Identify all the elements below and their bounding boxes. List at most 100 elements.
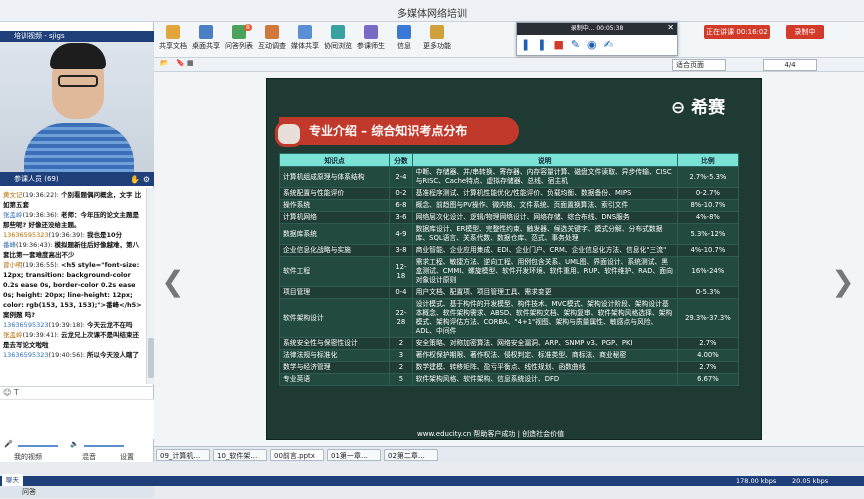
table-row: 系统配置与性能评价 0-2 基准程序测试、计算机性能优化/性能评价、负载均衡、数据备… xyxy=(278,187,740,200)
table-cell: 4%-10.7% xyxy=(676,244,740,257)
next-slide-icon[interactable]: ❯ xyxy=(828,242,858,322)
live-status-button[interactable]: 正在讲课 00:16:02 xyxy=(704,25,770,39)
title-bar: 多媒体网络培训 xyxy=(0,0,864,22)
table-cell: 12-18 xyxy=(389,256,413,287)
toolbar-button[interactable]: 媒体共享 xyxy=(288,25,322,57)
toolbar-icon xyxy=(331,25,345,39)
table-cell: 著作权保护期限、著作权法、侵权判定、标准类型、商标法、商业秘密 xyxy=(411,349,678,362)
speaker-icon[interactable]: 🔈 xyxy=(70,440,79,448)
doc-tools-icon[interactable]: 🔖 ▦ xyxy=(176,59,194,67)
status-bar: 聊天 178.00 kbps 20.05 kbps xyxy=(0,474,864,486)
volume-controls: 🎤 🔈 xyxy=(0,440,154,452)
prev-slide-icon[interactable]: ❮ xyxy=(158,242,188,322)
toolbar-label: 问答列表 xyxy=(225,42,253,50)
table-cell: 2 xyxy=(389,337,413,350)
record-tools-icons[interactable]: ❚❚■✎◉✍ xyxy=(521,38,620,51)
table-cell: 数据库系统 xyxy=(278,223,391,245)
chat-sender: 张孟岭 xyxy=(3,331,23,339)
chat-time: (19:36:39): xyxy=(48,231,88,239)
toolbar-button[interactable]: 桌面共享 xyxy=(189,25,223,57)
toolbar-button[interactable]: 参课师生 xyxy=(354,25,388,57)
table-body: 计算机组成原理与体系结构 2-4 中断、存储器、并/串转换、寄存器、内存容量计算、磁… xyxy=(278,166,740,386)
toolbar-label: 参课师生 xyxy=(357,42,385,50)
slide-title: 专业介绍 – 综合知识考点分布 xyxy=(275,117,519,147)
presenter-hair xyxy=(50,43,106,69)
table-row: 法律法规与标准化 3 著作权保护期限、著作权法、侵权判定、标准类型、商标法、商业秘密… xyxy=(278,349,740,362)
chat-message: 曾小明(19:36:55): <h5 style="font-size: 12p… xyxy=(3,260,143,320)
folder-icon[interactable]: 📂 xyxy=(160,59,169,67)
table-cell: 数据库设计、ER模型、完整性约束、触发器、候选关键字、模式分解、分布式数据库、S… xyxy=(411,223,678,245)
table-row: 专业英语 5 软件架构风格、软件架构、信息系统设计、DFD 6.67% xyxy=(278,373,740,386)
table-cell: 6.67% xyxy=(676,373,740,386)
table-cell: 安全策略、对称加密算法、网络安全漏洞、ARP、SNMP v3、PGP、PKI xyxy=(411,337,678,350)
toolbar-label: 共享文档 xyxy=(159,42,187,50)
table-row: 计算机组成原理与体系结构 2-4 中断、存储器、并/串转换、寄存器、内存容量计算、磁… xyxy=(278,166,740,188)
toolbar-button[interactable]: 协同浏览 xyxy=(321,25,355,57)
page-indicator[interactable]: 4/4 xyxy=(763,59,817,71)
qa-tab[interactable]: 问答 xyxy=(22,485,36,499)
attendees-bar[interactable]: 参课人员 (69) ✋ ⚙ xyxy=(0,172,154,186)
chat-sender: 13636595323 xyxy=(3,321,49,329)
table-cell: 0-2 xyxy=(389,187,413,200)
toolbar-button[interactable]: 更多功能 xyxy=(420,25,454,57)
video-title: 培训视频 - sjigs xyxy=(0,31,154,42)
table-cell: 2 xyxy=(389,361,413,374)
left-bottom-tabs: 问答 xyxy=(0,484,154,498)
settings-button[interactable]: 设置 xyxy=(120,452,134,462)
table-cell: 中断、存储器、并/串转换、寄存器、内存容量计算、磁盘文件读取、异步传输、CISC… xyxy=(411,166,678,188)
speaker-slider[interactable] xyxy=(84,445,124,447)
emoji-text-icons[interactable]: ☺ T xyxy=(3,388,19,397)
media-controls: 我的视频 混音 设置 xyxy=(0,452,154,464)
mic-slider[interactable] xyxy=(18,445,58,447)
microphone-icon[interactable]: 🎤 xyxy=(4,440,13,448)
chat-message: 13636595323(19:40:56): 所以今天没人瞎了 xyxy=(3,350,143,360)
document-tab[interactable]: 01第一章… xyxy=(327,449,381,461)
zoom-select[interactable]: 适合页面 xyxy=(672,59,726,71)
knowledge-table: 知识点 分数 说明 比例 计算机组成原理与体系结构 2-4 中断、存储器、并/串转换、寄存… xyxy=(278,153,740,386)
attendee-tools-icon[interactable]: ✋ ⚙ xyxy=(130,173,150,187)
chat-scrollbar[interactable] xyxy=(146,188,154,384)
toolbar-button[interactable]: 信息 xyxy=(387,25,421,57)
chat-message: 13636595323(19:39:18): 今天云龙不在吗 xyxy=(3,320,143,330)
table-cell: 6-8 xyxy=(389,199,413,212)
mix-button[interactable]: 混音 xyxy=(82,452,96,462)
chat-text: 今天云龙不在吗 xyxy=(87,321,133,329)
document-tab[interactable]: 09_计算机… xyxy=(156,449,210,461)
chat-text: 所以今天没人瞎了 xyxy=(87,351,140,359)
chat-time: (19:39:18): xyxy=(48,321,88,329)
chat-tab[interactable]: 聊天 xyxy=(2,474,23,486)
document-tab[interactable]: 02第二章… xyxy=(384,449,438,461)
table-row: 数据库系统 4-9 数据库设计、ER模型、完整性约束、触发器、候选关键字、模式分解、… xyxy=(278,223,740,245)
my-video-button[interactable]: 我的视频 xyxy=(14,452,42,462)
table-header-cell: 说明 xyxy=(411,153,678,167)
chat-message: 13636595323(19:36:39): 我也是10分 xyxy=(3,230,143,240)
toolbar-button[interactable]: 共享文档 xyxy=(156,25,190,57)
document-tab[interactable]: 00前言.pptx xyxy=(270,449,324,461)
table-cell: 专业英语 xyxy=(278,373,391,386)
chat-sender: 13636595323 xyxy=(3,351,49,359)
toolbar-button[interactable]: 互动调查 xyxy=(255,25,289,57)
table-row: 软件架构设计 22-28 设计模式、基于构件的开发模型、构件技术、MVC模式、架构设… xyxy=(278,298,740,338)
chat-input[interactable] xyxy=(0,399,154,439)
table-cell: 软件工程 xyxy=(278,256,391,287)
table-cell: 22-28 xyxy=(389,298,413,338)
chat-message: 黄文记(19:36:22): 个别看题偶问概念，文字 比如第五套 xyxy=(3,190,143,210)
video-feed: 培训视频 - sjigs xyxy=(0,31,154,172)
table-cell: 计算机组成原理与体系结构 xyxy=(278,166,391,188)
table-cell: 4%-8% xyxy=(676,211,740,224)
record-status: 录制中... 00:05:38 xyxy=(517,23,677,35)
table-cell: 数学建模、转移矩阵、盈亏平衡点、线性规划、函数曲线 xyxy=(411,361,678,374)
close-icon[interactable]: ✕ xyxy=(667,23,674,32)
table-header-cell: 比例 xyxy=(676,153,740,167)
toolbar-label: 协同浏览 xyxy=(324,42,352,50)
recording-button[interactable]: 录制中 xyxy=(786,25,824,39)
chat-time: (19:36:55): xyxy=(22,261,62,269)
chat-message: 张孟岭(19:36:36): 老师：今年压的论文主题是那些呢? 好像还没给主题。 xyxy=(3,210,143,230)
document-tab[interactable]: 10_软件架… xyxy=(213,449,267,461)
table-cell: 2.7% xyxy=(676,337,740,350)
table-cell: 5 xyxy=(389,373,413,386)
chat-time: (19:36:43): xyxy=(16,241,55,249)
record-panel: 录制中... 00:05:38 ✕ ❚❚■✎◉✍ xyxy=(516,22,678,56)
table-cell: 4.00% xyxy=(676,349,740,362)
table-cell: 8%-10.7% xyxy=(676,199,740,212)
